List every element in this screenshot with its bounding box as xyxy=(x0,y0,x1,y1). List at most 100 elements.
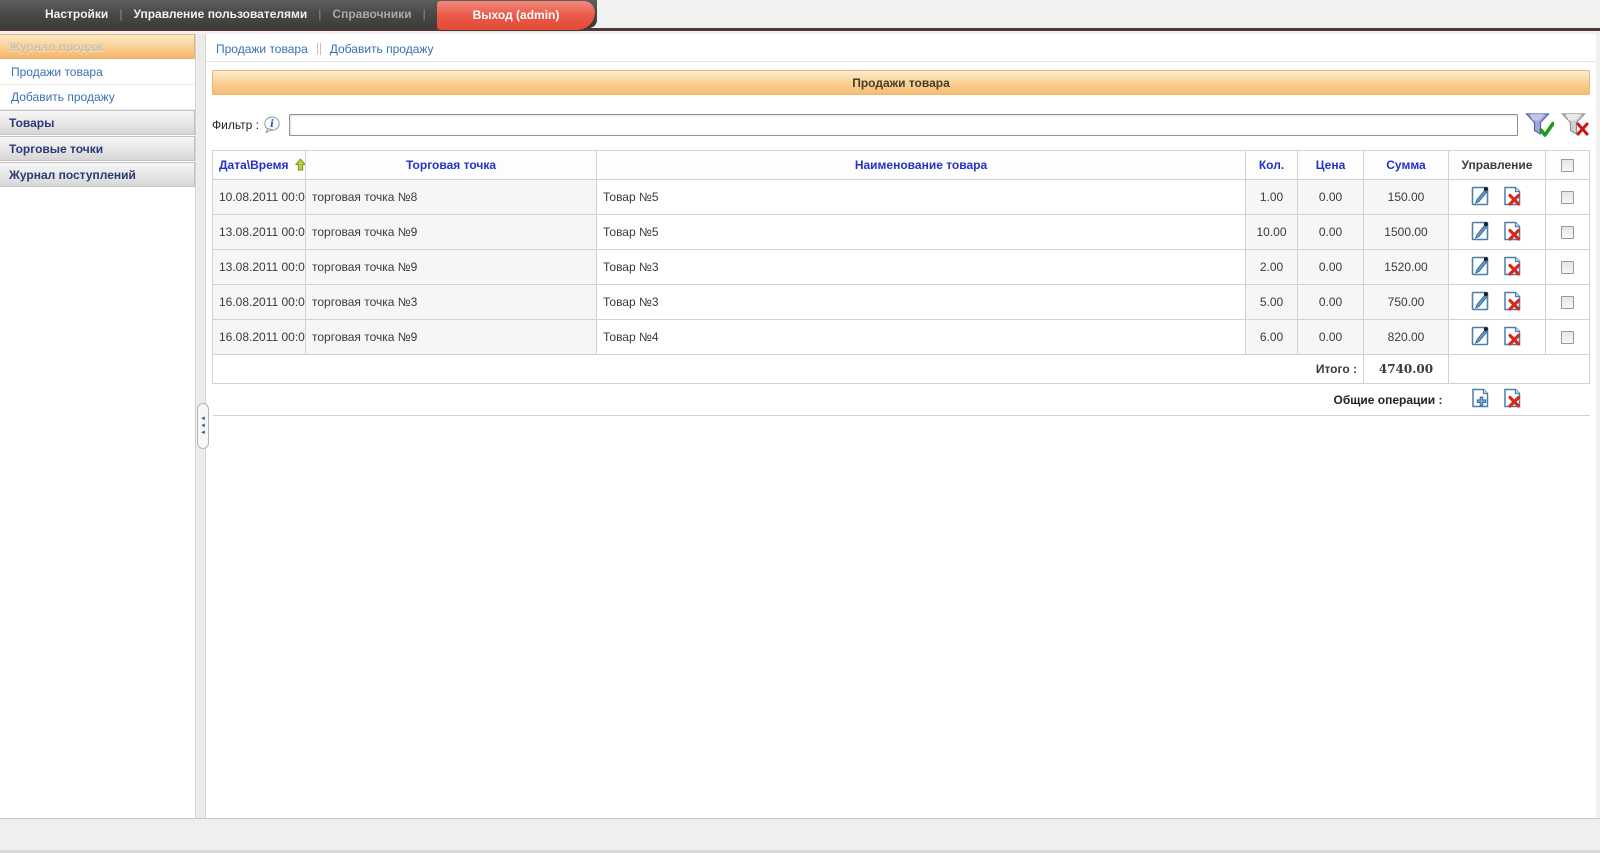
delete-icon[interactable] xyxy=(1502,325,1524,350)
cell-select xyxy=(1545,214,1590,250)
add-icon[interactable] xyxy=(1470,387,1492,412)
cell-qty: 6.00 xyxy=(1245,319,1298,355)
edit-icon[interactable] xyxy=(1470,325,1492,350)
cell-select xyxy=(1545,284,1590,320)
sidebar: Журнал продаж Продажи товара Добавить пр… xyxy=(0,34,196,818)
top-navigation-bar: Настройки | Управление пользователями | … xyxy=(0,0,1600,31)
edit-icon[interactable] xyxy=(1470,255,1492,280)
total-value: 4740.00 xyxy=(1363,354,1449,384)
cell-sum: 750.00 xyxy=(1363,284,1449,320)
breadcrumb-link-product-sales[interactable]: Продажи товара xyxy=(216,42,308,56)
cell-qty: 1.00 xyxy=(1245,179,1298,215)
row-checkbox[interactable] xyxy=(1561,331,1574,345)
sales-table: Дата\Время Торговая точка Наименование т… xyxy=(212,150,1590,416)
row-checkbox[interactable] xyxy=(1561,226,1574,240)
bulk-empty-cell xyxy=(1545,383,1590,416)
sort-link-qty[interactable]: Кол. xyxy=(1259,158,1284,172)
cell-sum: 820.00 xyxy=(1363,319,1449,355)
cell-product: Товар №3 xyxy=(596,284,1246,320)
cell-outlet: торговая точка №9 xyxy=(305,214,597,250)
nav-separator: | xyxy=(119,7,123,21)
delete-icon[interactable] xyxy=(1502,290,1524,315)
sort-asc-arrow-icon[interactable] xyxy=(294,158,305,172)
sort-link-sum[interactable]: Сумма xyxy=(1386,158,1425,172)
cell-outlet: торговая точка №3 xyxy=(305,284,597,320)
cell-select xyxy=(1545,249,1590,285)
cell-outlet: торговая точка №9 xyxy=(305,319,597,355)
edit-icon[interactable] xyxy=(1470,220,1492,245)
cell-qty: 5.00 xyxy=(1245,284,1298,320)
row-checkbox[interactable] xyxy=(1561,191,1574,205)
cell-price: 0.00 xyxy=(1297,179,1364,215)
sort-link-product[interactable]: Наименование товара xyxy=(855,158,987,172)
select-all-checkbox[interactable] xyxy=(1561,159,1574,173)
total-row: Итого : 4740.00 xyxy=(212,354,1590,384)
chevron-left-icon: ◄ xyxy=(200,422,206,429)
delete-icon[interactable] xyxy=(1502,255,1524,280)
sidebar-group-outlets[interactable]: Торговые точки xyxy=(0,136,195,161)
filter-input[interactable] xyxy=(288,114,1518,136)
sort-link-datetime[interactable]: Дата\Время xyxy=(219,158,289,172)
row-checkbox[interactable] xyxy=(1561,296,1574,310)
table-row: 16.08.2011 00:00 торговая точка №9 Товар… xyxy=(212,319,1590,355)
edit-icon[interactable] xyxy=(1470,290,1492,315)
nav-separator: | xyxy=(422,7,426,21)
column-header-product: Наименование товара xyxy=(596,150,1246,180)
filter-clear-icon[interactable] xyxy=(1560,111,1590,139)
cell-datetime: 16.08.2011 00:00 xyxy=(212,319,306,355)
page-title: Продажи товара xyxy=(212,70,1590,95)
cell-product: Товар №4 xyxy=(596,319,1246,355)
delete-icon[interactable] xyxy=(1502,220,1524,245)
bulk-operations-label: Общие операции : xyxy=(212,383,1449,416)
sidebar-group-sales-journal[interactable]: Журнал продаж xyxy=(0,34,195,59)
logout-tab[interactable]: Выход (admin) xyxy=(437,1,595,30)
cell-price: 0.00 xyxy=(1297,249,1364,285)
filter-apply-icon[interactable] xyxy=(1524,111,1554,139)
cell-manage xyxy=(1448,179,1546,215)
cell-price: 0.00 xyxy=(1297,319,1364,355)
cell-sum: 150.00 xyxy=(1363,179,1449,215)
main-content: Продажи товара Добавить продажу Продажи … xyxy=(206,34,1596,818)
cell-product: Товар №3 xyxy=(596,249,1246,285)
sidebar-collapse-handle[interactable]: ◄ ◄ ◄ xyxy=(197,403,209,449)
edit-icon[interactable] xyxy=(1470,185,1492,210)
nav-underline xyxy=(0,28,1600,31)
table-row: 13.08.2011 00:00 торговая точка №9 Товар… xyxy=(212,249,1590,285)
nav-item-settings[interactable]: Настройки xyxy=(45,7,108,21)
total-label: Итого : xyxy=(212,354,1364,384)
sidebar-item-product-sales[interactable]: Продажи товара xyxy=(0,60,195,85)
sort-link-price[interactable]: Цена xyxy=(1316,158,1346,172)
nav-item-directories[interactable]: Справочники xyxy=(332,7,411,21)
cell-datetime: 10.08.2011 00:00 xyxy=(212,179,306,215)
table-row: 10.08.2011 00:00 торговая точка №8 Товар… xyxy=(212,179,1590,215)
sidebar-group-products[interactable]: Товары xyxy=(0,110,195,135)
chevron-left-icon: ◄ xyxy=(200,415,206,422)
nav-item-user-management[interactable]: Управление пользователями xyxy=(133,7,307,21)
cell-manage xyxy=(1448,214,1546,250)
delete-icon[interactable] xyxy=(1502,185,1524,210)
cell-qty: 10.00 xyxy=(1245,214,1298,250)
column-header-qty: Кол. xyxy=(1245,150,1298,180)
svg-text:i: i xyxy=(270,119,274,130)
info-balloon-icon[interactable]: i xyxy=(263,116,281,134)
sidebar-group-receipts-journal[interactable]: Журнал поступлений xyxy=(0,162,195,187)
bulk-operations-cell xyxy=(1448,383,1546,416)
cell-sum: 1500.00 xyxy=(1363,214,1449,250)
column-header-price: Цена xyxy=(1297,150,1364,180)
footer-bar xyxy=(0,818,1600,853)
cell-manage xyxy=(1448,249,1546,285)
table-row: 16.08.2011 00:00 торговая точка №3 Товар… xyxy=(212,284,1590,320)
bulk-operations-row: Общие операции : xyxy=(212,383,1590,416)
column-header-sum: Сумма xyxy=(1363,150,1449,180)
delete-icon[interactable] xyxy=(1502,387,1524,412)
sort-link-outlet[interactable]: Торговая точка xyxy=(406,158,496,172)
cell-outlet: торговая точка №8 xyxy=(305,179,597,215)
cell-price: 0.00 xyxy=(1297,284,1364,320)
breadcrumb: Продажи товара Добавить продажу xyxy=(206,36,1596,62)
row-checkbox[interactable] xyxy=(1561,261,1574,275)
cell-datetime: 13.08.2011 00:00 xyxy=(212,249,306,285)
sidebar-item-add-sale[interactable]: Добавить продажу xyxy=(0,85,195,110)
cell-price: 0.00 xyxy=(1297,214,1364,250)
breadcrumb-link-add-sale[interactable]: Добавить продажу xyxy=(330,42,434,56)
cell-datetime: 16.08.2011 00:00 xyxy=(212,284,306,320)
